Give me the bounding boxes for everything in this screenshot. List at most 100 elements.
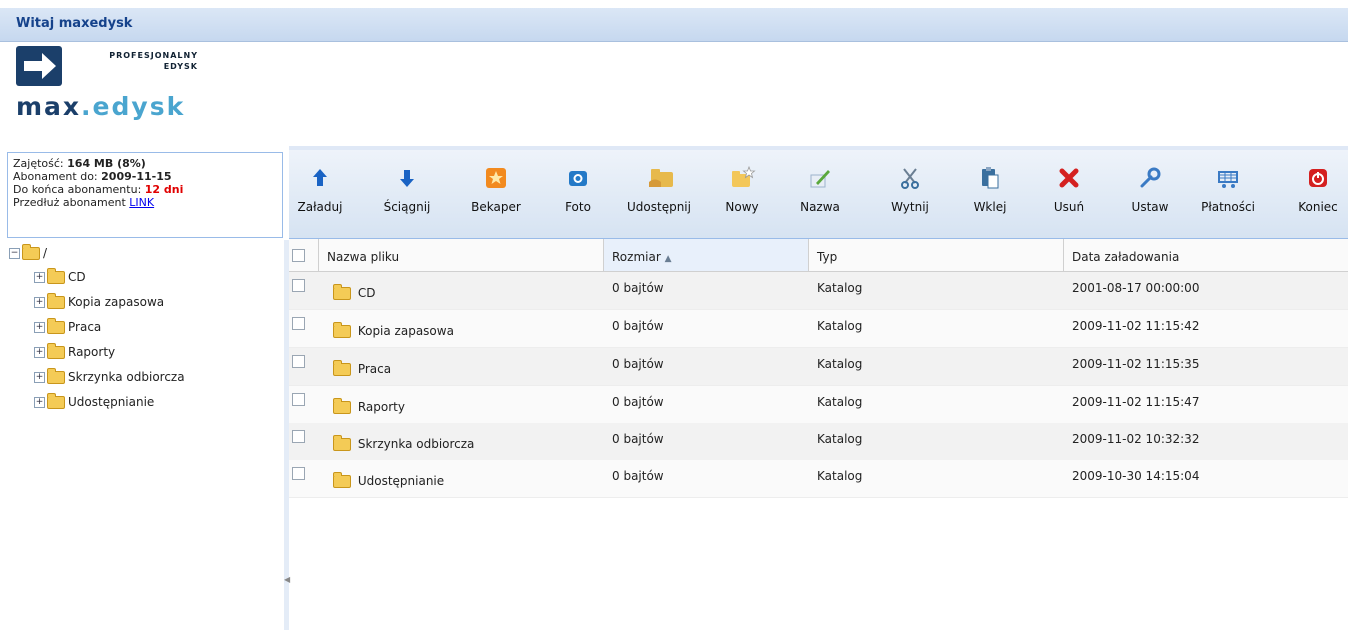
row-size: 0 bajtów (612, 395, 664, 409)
logo: PROFESJONALNY EDYSK max.edysk (16, 44, 216, 134)
tree-item-raporty[interactable]: + Raporty (34, 343, 115, 367)
column-size[interactable]: Rozmiar ▲ (604, 239, 809, 271)
delete-button[interactable]: Usuń (1049, 158, 1089, 230)
row-name: Kopia zapasowa (333, 322, 454, 338)
subscription-label: Abonament do: (13, 170, 98, 183)
settings-button[interactable]: Ustaw (1125, 158, 1175, 230)
share-folder-icon (647, 166, 673, 190)
grid-header: Nazwa pliku Rozmiar ▲ Typ Data załadowan… (289, 239, 1348, 272)
tree-item-label: Kopia zapasowa (68, 295, 165, 309)
download-arrow-icon (395, 166, 419, 190)
folder-icon (47, 318, 65, 334)
table-row[interactable]: Kopia zapasowa 0 bajtów Katalog 2009-11-… (289, 310, 1348, 348)
expand-icon[interactable]: + (34, 397, 45, 408)
row-type: Katalog (817, 281, 863, 295)
delete-x-icon (1057, 166, 1081, 190)
collapse-left-icon[interactable]: ◀ (284, 575, 290, 584)
cut-button[interactable]: Wytnij (885, 158, 935, 230)
table-row[interactable]: Praca 0 bajtów Katalog 2009-11-02 11:15:… (289, 348, 1348, 386)
row-checkbox[interactable] (292, 279, 305, 292)
upload-button[interactable]: Załaduj (295, 158, 345, 230)
row-type: Katalog (817, 319, 863, 333)
row-size: 0 bajtów (612, 432, 664, 446)
open-folder-icon (22, 244, 40, 260)
row-date: 2009-11-02 10:32:32 (1072, 432, 1200, 446)
table-row[interactable]: CD 0 bajtów Katalog 2001-08-17 00:00:00 (289, 272, 1348, 310)
days-left-value: 12 dni (144, 183, 184, 196)
column-type[interactable]: Typ (809, 239, 1064, 271)
expand-icon[interactable]: + (34, 372, 45, 383)
download-button[interactable]: Ściągnij (377, 158, 437, 230)
folder-icon (333, 398, 351, 414)
tree-item-skrzynka-odbiorcza[interactable]: + Skrzynka odbiorcza (34, 368, 185, 392)
paste-button[interactable]: Wklej (965, 158, 1015, 230)
logo-tagline: PROFESJONALNY EDYSK (109, 51, 198, 71)
row-name: Praca (333, 360, 391, 376)
expand-icon[interactable]: + (34, 297, 45, 308)
tree-item-kopia-zapasowa[interactable]: + Kopia zapasowa (34, 293, 165, 317)
payments-button[interactable]: Płatności (1193, 158, 1263, 230)
row-date: 2009-10-30 14:15:04 (1072, 469, 1200, 483)
tree-item-udostepnianie[interactable]: + Udostępnianie (34, 393, 154, 417)
row-date: 2001-08-17 00:00:00 (1072, 281, 1200, 295)
extend-link[interactable]: LINK (129, 196, 154, 209)
row-name: Raporty (333, 398, 405, 414)
upload-arrow-icon (308, 166, 332, 190)
welcome-bar: Witaj maxedysk (0, 8, 1348, 42)
photo-button[interactable]: Foto (553, 158, 603, 230)
row-type: Katalog (817, 357, 863, 371)
column-name[interactable]: Nazwa pliku (319, 239, 604, 271)
collapse-icon[interactable]: − (9, 248, 20, 259)
expand-icon[interactable]: + (34, 347, 45, 358)
folder-icon (333, 435, 351, 451)
table-row[interactable]: Skrzynka odbiorcza 0 bajtów Katalog 2009… (289, 423, 1348, 461)
row-checkbox[interactable] (292, 430, 305, 443)
paste-clipboard-icon (978, 166, 1002, 190)
share-button[interactable]: Udostępnij (621, 158, 697, 230)
row-type: Katalog (817, 469, 863, 483)
sort-ascending-icon: ▲ (664, 254, 672, 264)
power-icon (1306, 166, 1330, 190)
folder-icon (47, 268, 65, 284)
folder-icon (47, 343, 65, 359)
folder-icon (333, 472, 351, 488)
row-date: 2009-11-02 11:15:47 (1072, 395, 1200, 409)
tree-item-cd[interactable]: + CD (34, 268, 86, 292)
welcome-text: Witaj maxedysk (16, 16, 133, 31)
column-date[interactable]: Data załadowania (1064, 239, 1348, 271)
table-row[interactable]: Raporty 0 bajtów Katalog 2009-11-02 11:1… (289, 386, 1348, 424)
toolbar: Załaduj Ściągnij Bekaper Foto Udostępnij… (289, 150, 1348, 239)
camera-icon (566, 166, 590, 190)
row-size: 0 bajtów (612, 357, 664, 371)
row-name: CD (333, 284, 375, 300)
row-date: 2009-11-02 11:15:35 (1072, 357, 1200, 371)
usage-value: 164 MB (8%) (67, 157, 146, 170)
expand-icon[interactable]: + (34, 272, 45, 283)
folder-icon (47, 368, 65, 384)
row-size: 0 bajtów (612, 319, 664, 333)
extend-label: Przedłuż abonament (13, 196, 126, 209)
days-left-label: Do końca abonamentu: (13, 183, 142, 196)
rename-button[interactable]: Nazwa (795, 158, 845, 230)
subscription-value: 2009-11-15 (101, 170, 172, 183)
select-all-cell (289, 239, 319, 271)
row-checkbox[interactable] (292, 355, 305, 368)
row-checkbox[interactable] (292, 467, 305, 480)
row-type: Katalog (817, 432, 863, 446)
expand-icon[interactable]: + (34, 322, 45, 333)
logout-button[interactable]: Koniec (1291, 158, 1345, 230)
tree-item-praca[interactable]: + Praca (34, 318, 101, 342)
folder-icon (333, 322, 351, 338)
new-folder-button[interactable]: Nowy (717, 158, 767, 230)
backup-star-icon (484, 166, 508, 190)
table-row[interactable]: Udostępnianie 0 bajtów Katalog 2009-10-3… (289, 460, 1348, 498)
row-type: Katalog (817, 395, 863, 409)
tree-root[interactable]: − / (9, 244, 48, 268)
tree-item-label: CD (68, 270, 86, 284)
row-checkbox[interactable] (292, 317, 305, 330)
backup-button[interactable]: Bekaper (465, 158, 527, 230)
rename-pen-icon (808, 166, 832, 190)
row-checkbox[interactable] (292, 393, 305, 406)
select-all-checkbox[interactable] (292, 249, 305, 262)
tree-root-label: / (43, 246, 48, 260)
